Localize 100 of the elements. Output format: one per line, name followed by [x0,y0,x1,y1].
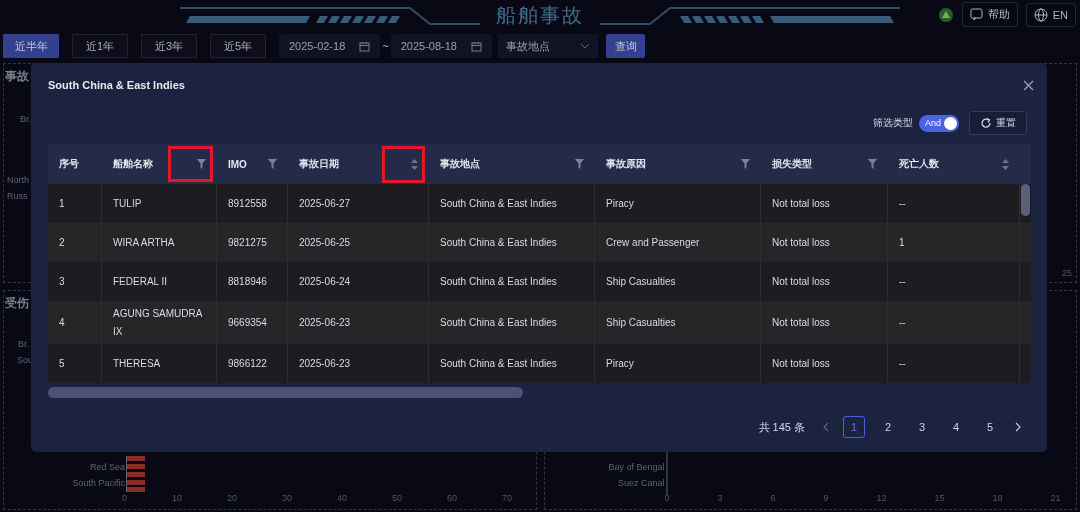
reset-button[interactable]: 重置 [969,111,1027,135]
page-button[interactable]: 3 [911,416,933,438]
table-cell-text: -- [899,315,906,330]
table-cell-text: 2025-06-24 [299,274,351,289]
chat-icon [969,8,983,21]
close-icon[interactable] [1023,79,1034,91]
table-cell-text: Ship Casualties [606,315,676,330]
and-toggle[interactable]: And [919,114,959,132]
page-button[interactable]: 5 [979,416,1001,438]
axis-tick: 40 [337,493,348,503]
column-header: 事故原因 [606,157,646,171]
horizontal-scrollbar[interactable] [48,387,523,398]
table-cell-text: TULIP [113,196,142,211]
range-tab[interactable]: 近5年 [210,34,266,58]
table-cell-text: 9821275 [228,235,267,250]
filter-icon[interactable] [268,159,277,169]
page-title: 船舶事故 [495,2,585,28]
table-cell-text: Not total loss [772,274,830,289]
table-cell-text: South China & East Indies [440,356,557,371]
chevron-down-icon [580,43,590,49]
axis-label: Br. [20,114,31,125]
query-button[interactable]: 查询 [606,34,645,58]
start-date-field[interactable]: 2025-02-18 [279,34,381,58]
table-cell-text: 2025-06-25 [299,235,351,250]
end-date-field[interactable]: 2025-08-18 [390,34,492,58]
table-cell-text: 8818946 [228,274,267,289]
axis-tick: 12 [876,493,887,503]
location-select[interactable]: 事故地点 [498,34,598,58]
table-cell-text: Not total loss [772,235,830,250]
dialog-title: South China & East Indies [48,79,185,91]
table-cell-text: Not total loss [772,196,830,211]
column-header: 事故日期 [299,157,339,171]
page-button[interactable]: 2 [877,416,899,438]
axis-tick: 0 [122,493,127,503]
column-header: 事故地点 [440,157,480,171]
range-tab[interactable]: 近1年 [72,34,128,58]
axis-label: South Pacific [72,478,125,489]
vertical-scrollbar[interactable] [1021,184,1030,216]
sort-icon[interactable] [411,158,418,170]
table-cell-text: Piracy [606,196,634,211]
refresh-icon [980,117,992,129]
axis-tick: 3 [717,493,723,503]
table-cell-text: THERESA [113,356,161,371]
panel-title: 事故 [5,69,29,83]
column-header: 死亡人数 [899,157,939,171]
bar-marks [126,456,146,492]
page-button[interactable]: 1 [843,416,865,438]
axis-tick: 10 [172,493,183,503]
axis-label: Bay of Bengal [608,462,665,473]
axis-tick: 18 [992,493,1003,503]
table-cell-text: -- [899,356,906,371]
table-cell-text: -- [899,274,906,289]
filter-icon[interactable] [197,159,206,169]
table-cell-text: AGUNG SAMUDRA IX [113,307,204,339]
total-count: 共 145 条 [758,419,805,435]
axis-tick: 25 [1062,268,1072,278]
axis-tick: 21 [1050,493,1061,503]
calendar-icon [471,40,482,52]
range-tab[interactable]: 近3年 [141,34,197,58]
table-cell-text: 8912558 [228,196,267,211]
table-cell-text: 5 [59,356,65,371]
axis-label: North [7,175,29,186]
filter-icon[interactable] [868,159,877,169]
sort-icon[interactable] [1002,158,1009,170]
axis-label: Russ [7,191,28,202]
axis-tick: 9 [823,493,829,503]
table-cell-text: Not total loss [772,356,830,371]
range-tab[interactable]: 近半年 [3,34,59,58]
filter-icon[interactable] [575,159,584,169]
column-header: 船舶名称 [113,157,153,171]
table-cell-text: 9866122 [228,356,267,371]
table-cell-text: Crew and Passenger [606,235,700,250]
logo-icon [937,6,954,23]
panel-title: 受伤 [5,296,29,310]
table-cell-text: 4 [59,315,65,330]
page-button[interactable]: 4 [945,416,967,438]
filter-icon[interactable] [741,159,750,169]
table-cell-text: -- [899,196,906,211]
table-cell-text: South China & East Indies [440,235,557,250]
axis-tick: 0 [664,493,670,503]
axis-label: Br. [18,339,29,350]
globe-icon [1033,7,1048,22]
axis-tick: 50 [392,493,403,503]
help-button[interactable]: 帮助 [961,2,1018,27]
table-cell-text: Ship Casualties [606,274,676,289]
axis-label: Red Sea [89,462,125,473]
axis-label: Suez Canal [617,478,665,489]
axis-tick: 15 [934,493,945,503]
axis-tick: 20 [227,493,238,503]
axis-tick: 6 [770,493,776,503]
table-cell-text: FEDERAL II [113,274,168,289]
table-cell-text: 2025-06-27 [299,196,351,211]
table-cell-text: 1 [59,196,65,211]
table-cell-text: 1 [899,235,905,250]
table-cell-text: WIRA ARTHA [113,235,175,250]
language-button[interactable]: EN [1025,2,1076,27]
column-header: IMO [228,158,247,170]
column-header: 序号 [59,157,79,171]
axis-tick: 70 [502,493,513,503]
axis-tick: 60 [447,493,458,503]
